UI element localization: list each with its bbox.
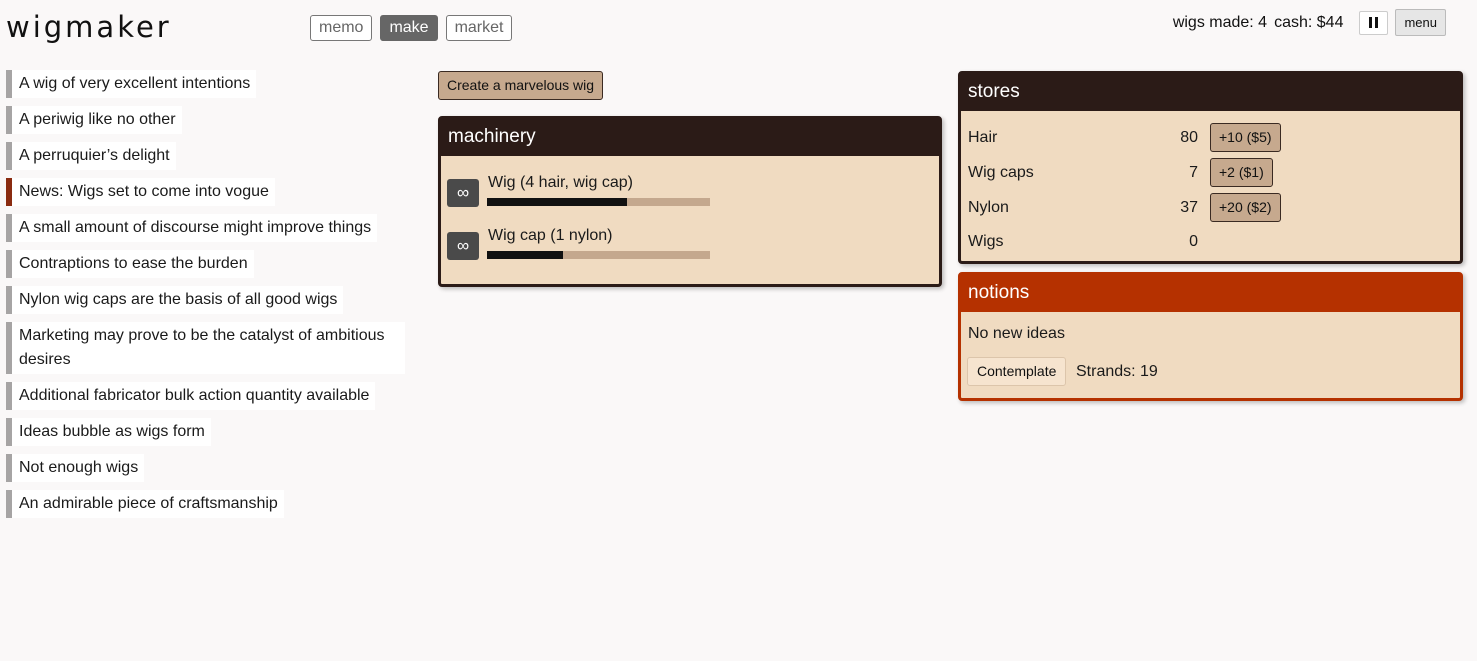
contemplate-button[interactable]: Contemplate [967, 357, 1067, 386]
buy-hair-button[interactable]: +10 ($5) [1210, 123, 1281, 152]
memo-item[interactable]: A perruquier’s delight [6, 142, 176, 170]
buy-wig-caps-button[interactable]: +2 ($1) [1210, 158, 1273, 187]
store-row-wigs: Wigs 0 [968, 227, 1458, 257]
memo-item[interactable]: Ideas bubble as wigs form [6, 418, 211, 446]
main-tabs: memo make market [310, 15, 513, 41]
store-value: 37 [1180, 199, 1198, 216]
machine-row-wig: ∞ Wig (4 hair, wig cap) [447, 174, 927, 215]
machine-label: Wig cap (1 nylon) [488, 227, 613, 244]
wigs-made-counter: wigs made: 4 [1172, 13, 1268, 31]
memo-item[interactable]: Not enough wigs [6, 454, 145, 482]
memo-item[interactable]: Nylon wig caps are the basis of all good… [6, 286, 344, 314]
store-name: Hair [968, 129, 998, 146]
stores-panel: stores Hair 80 +10 ($5) Wig caps 7 +2 ($… [958, 71, 1463, 264]
pause-button[interactable] [1359, 10, 1389, 35]
machinery-title: machinery [441, 119, 939, 156]
memo-item[interactable]: An admirable piece of craftsmanship [6, 490, 284, 518]
store-value: 0 [1189, 233, 1198, 250]
cash-counter: cash: $44 [1274, 13, 1344, 31]
progress-bar [487, 251, 710, 259]
progress-fill [487, 198, 628, 206]
status-bar: wigs made: 4 cash: $44 menu [1173, 9, 1446, 36]
memo-item[interactable]: Marketing may prove to be the catalyst o… [6, 322, 405, 374]
store-row-wig-caps: Wig caps 7 +2 ($1) [968, 158, 1458, 188]
pause-icon [1375, 17, 1379, 28]
store-value: 7 [1189, 164, 1198, 181]
memo-item-news[interactable]: News: Wigs set to come into vogue [6, 178, 275, 206]
notions-panel: notions No new ideas Contemplate Strands… [958, 272, 1463, 401]
memo-item[interactable]: A wig of very excellent intentions [6, 70, 257, 98]
notion-status: No new ideas [968, 325, 1065, 342]
memo-item[interactable]: Contraptions to ease the burden [6, 250, 254, 278]
create-wig-button[interactable]: Create a marvelous wig [438, 71, 604, 100]
tab-memo[interactable]: memo [310, 15, 373, 41]
progress-fill [487, 251, 563, 259]
tab-market[interactable]: market [445, 15, 513, 41]
store-name: Wigs [968, 233, 1004, 250]
menu-button[interactable]: menu [1395, 9, 1446, 36]
stores-title: stores [961, 74, 1460, 111]
notions-title: notions [961, 275, 1460, 312]
strands-counter: Strands: 19 [1076, 363, 1158, 380]
tab-make[interactable]: make [380, 15, 438, 41]
store-row-hair: Hair 80 +10 ($5) [968, 123, 1458, 153]
buy-nylon-button[interactable]: +20 ($2) [1210, 193, 1281, 222]
infinity-icon[interactable]: ∞ [447, 232, 479, 260]
machine-label: Wig (4 hair, wig cap) [488, 174, 633, 191]
machine-row-wig-cap: ∞ Wig cap (1 nylon) [447, 227, 927, 268]
pause-icon [1369, 17, 1373, 28]
memo-item[interactable]: Additional fabricator bulk action quanti… [6, 382, 376, 410]
store-name: Nylon [968, 199, 1009, 216]
machinery-panel: machinery ∞ Wig (4 hair, wig cap) ∞ Wig … [438, 116, 942, 287]
store-row-nylon: Nylon 37 +20 ($2) [968, 193, 1458, 223]
infinity-icon[interactable]: ∞ [447, 179, 479, 207]
progress-bar [487, 198, 710, 206]
store-name: Wig caps [968, 164, 1034, 181]
memo-list: A wig of very excellent intentions A per… [6, 70, 406, 526]
store-value: 80 [1180, 129, 1198, 146]
memo-item[interactable]: A small amount of discourse might improv… [6, 214, 378, 242]
memo-item[interactable]: A periwig like no other [6, 106, 182, 134]
app-title: wigmaker [6, 10, 172, 44]
